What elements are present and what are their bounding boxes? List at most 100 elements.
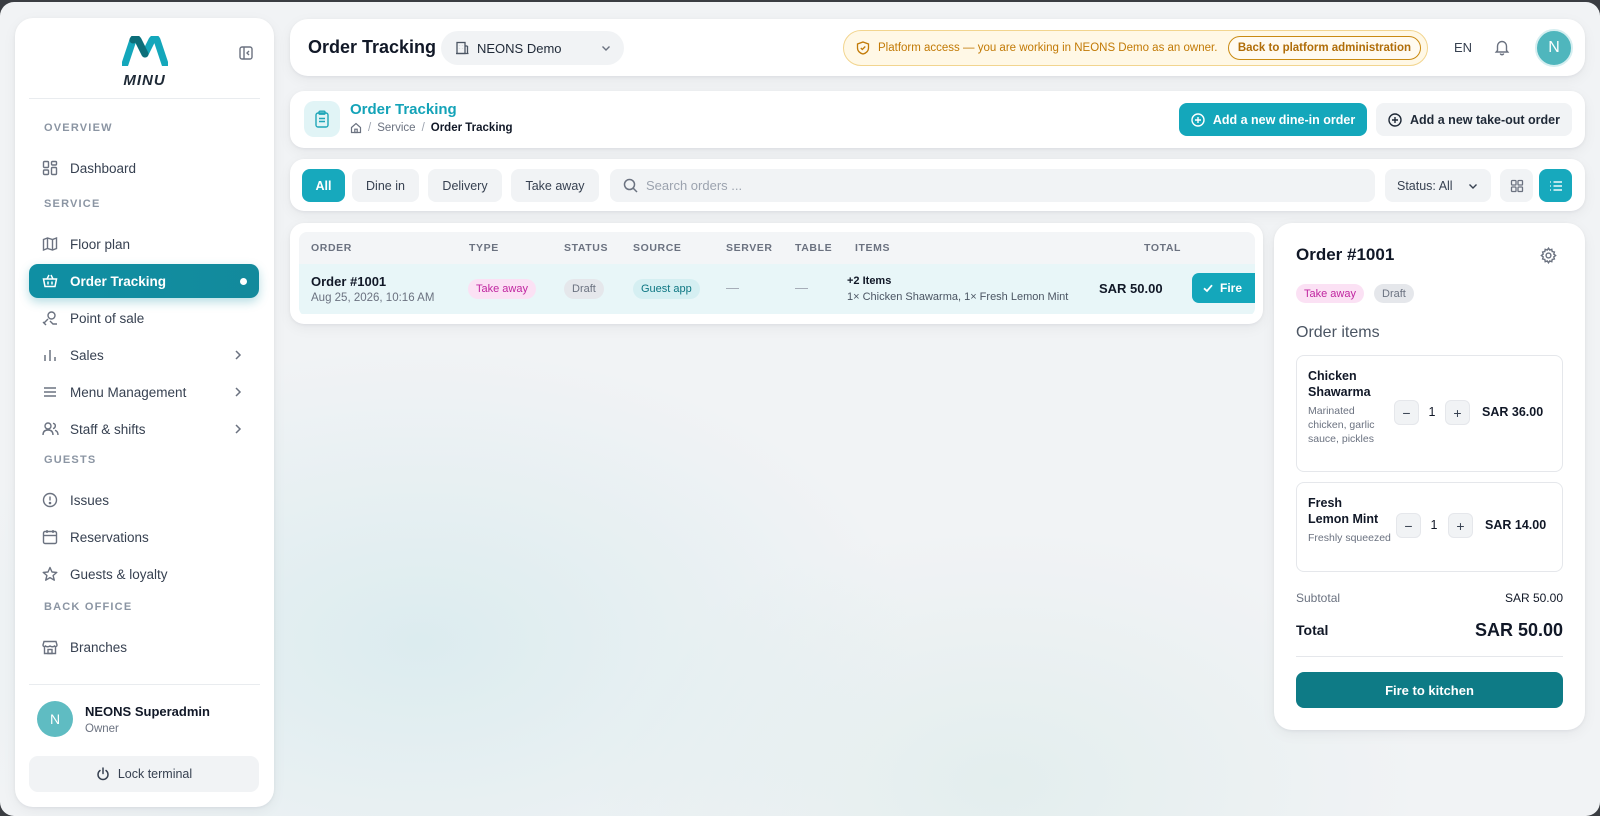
sidebar-item-label: Staff & shifts bbox=[70, 421, 146, 437]
home-icon[interactable] bbox=[350, 122, 362, 134]
sidebar-item-order-tracking[interactable]: Order Tracking bbox=[29, 264, 259, 298]
plus-circle-icon bbox=[1388, 112, 1402, 127]
decrease-quantity-button[interactable]: − bbox=[1396, 513, 1421, 538]
user-avatar[interactable]: N bbox=[37, 701, 73, 737]
filter-chip-all[interactable]: All bbox=[302, 169, 345, 202]
logo[interactable]: MINU bbox=[15, 32, 274, 90]
platform-access-banner: Platform access — you are working in NEO… bbox=[843, 30, 1428, 66]
store-icon bbox=[41, 638, 59, 656]
sidebar-item-dashboard[interactable]: Dashboard bbox=[29, 151, 259, 185]
menu-icon bbox=[41, 383, 59, 401]
profile-avatar[interactable]: N bbox=[1535, 29, 1573, 67]
order-date: Aug 25, 2026, 10:16 AM bbox=[311, 292, 435, 304]
add-dine-in-label: Add a new dine-in order bbox=[1212, 112, 1356, 127]
item-name: Fresh Lemon Mint bbox=[1308, 496, 1379, 526]
add-dine-in-order-button[interactable]: Add a new dine-in order bbox=[1179, 103, 1367, 136]
filter-chip-dine-in[interactable]: Dine in bbox=[352, 169, 419, 202]
status-filter-select[interactable]: Status: All bbox=[1385, 169, 1491, 202]
sidebar: MINU OVERVIEW Dashboard SERVICE Floor pl… bbox=[15, 18, 274, 807]
breadcrumb: / Service / Order Tracking bbox=[350, 122, 513, 134]
back-to-admin-button[interactable]: Back to platform administration bbox=[1227, 36, 1421, 60]
clipboard-icon bbox=[304, 101, 340, 137]
bell-icon[interactable] bbox=[1493, 38, 1511, 56]
sidebar-item-staff-shifts[interactable]: Staff & shifts bbox=[29, 412, 259, 446]
sidebar-item-menu-management[interactable]: Menu Management bbox=[29, 375, 259, 409]
order-type-badge: Take away bbox=[468, 279, 536, 299]
breadcrumb-separator: / bbox=[368, 122, 372, 134]
item-quantity: 1 bbox=[1430, 518, 1438, 532]
subtotal-label: Subtotal bbox=[1296, 591, 1341, 605]
filter-bar: All Dine in Delivery Take away Status: A… bbox=[290, 159, 1585, 211]
chevron-right-icon bbox=[235, 387, 242, 397]
order-detail-panel: Order #1001 Take away Draft Order items … bbox=[1274, 223, 1585, 730]
language-switcher[interactable]: EN bbox=[1454, 40, 1472, 55]
chevron-right-icon bbox=[235, 350, 242, 360]
increase-quantity-button[interactable]: + bbox=[1445, 400, 1470, 425]
sidebar-item-label: Point of sale bbox=[70, 310, 145, 326]
sidebar-item-guests-loyalty[interactable]: Guests & loyalty bbox=[29, 557, 259, 591]
order-status-badge: Draft bbox=[564, 279, 604, 299]
sidebar-item-label: Dashboard bbox=[70, 160, 137, 176]
map-icon bbox=[41, 235, 59, 253]
lock-terminal-button[interactable]: Lock terminal bbox=[29, 756, 259, 792]
fire-order-button[interactable]: Fire bbox=[1192, 273, 1255, 303]
order-item: Chicken Shawarma Marinated chicken, garl… bbox=[1296, 355, 1563, 472]
user-name: NEONS Superadmin bbox=[85, 704, 210, 719]
item-description: Freshly squeezed bbox=[1308, 532, 1391, 544]
sidebar-item-point-of-sale[interactable]: Point of sale bbox=[29, 301, 259, 335]
add-take-out-order-button[interactable]: Add a new take-out order bbox=[1376, 103, 1572, 136]
plus-circle-icon bbox=[1191, 112, 1205, 127]
column-header-status: STATUS bbox=[564, 242, 609, 254]
sidebar-item-label: Branches bbox=[70, 639, 128, 655]
app-window: MINU OVERVIEW Dashboard SERVICE Floor pl… bbox=[0, 2, 1600, 816]
section-label-overview: OVERVIEW bbox=[44, 122, 113, 134]
grid-view-button[interactable] bbox=[1500, 169, 1533, 202]
gear-icon[interactable] bbox=[1540, 247, 1557, 264]
detail-status-badge: Draft bbox=[1374, 284, 1414, 303]
alert-circle-icon bbox=[41, 491, 59, 509]
item-name: Chicken Shawarma bbox=[1308, 369, 1371, 399]
sidebar-item-label: Issues bbox=[70, 492, 110, 508]
sidebar-divider bbox=[29, 98, 260, 99]
minu-logo-icon bbox=[122, 36, 168, 66]
sidebar-item-branches[interactable]: Branches bbox=[29, 630, 259, 664]
column-header-type: TYPE bbox=[469, 242, 499, 254]
subtotal-value: SAR 50.00 bbox=[1504, 591, 1563, 605]
filter-chip-take-away[interactable]: Take away bbox=[511, 169, 599, 202]
fire-to-kitchen-button[interactable]: Fire to kitchen bbox=[1296, 672, 1563, 708]
total-value: SAR 50.00 bbox=[1474, 620, 1563, 640]
decrease-quantity-button[interactable]: − bbox=[1394, 400, 1419, 425]
order-items-count: +2 Items bbox=[847, 275, 892, 287]
chevron-right-icon bbox=[235, 424, 242, 434]
order-items-list: 1× Chicken Shawarma, 1× Fresh Lemon Mint bbox=[847, 291, 1069, 303]
section-label-service: SERVICE bbox=[44, 198, 101, 210]
page-title: Order Tracking bbox=[350, 101, 457, 118]
calendar-icon bbox=[41, 528, 59, 546]
filter-chip-delivery[interactable]: Delivery bbox=[428, 169, 502, 202]
sidebar-item-sales[interactable]: Sales bbox=[29, 338, 259, 372]
top-title: Order Tracking bbox=[308, 37, 437, 57]
breadcrumb-service[interactable]: Service bbox=[377, 122, 415, 134]
status-filter-value: Status: All bbox=[1397, 178, 1453, 193]
grid-icon bbox=[1510, 179, 1523, 192]
sidebar-item-issues[interactable]: Issues bbox=[29, 483, 259, 517]
list-view-button[interactable] bbox=[1539, 169, 1572, 202]
sidebar-item-label: Menu Management bbox=[70, 384, 187, 400]
search-box bbox=[610, 169, 1375, 202]
orders-table-card: ORDER TYPE STATUS SOURCE SERVER TABLE IT… bbox=[290, 223, 1263, 324]
order-item: Fresh Lemon Mint Freshly squeezed − 1 + … bbox=[1296, 482, 1563, 572]
sidebar-item-reservations[interactable]: Reservations bbox=[29, 520, 259, 554]
sidebar-item-floor-plan[interactable]: Floor plan bbox=[29, 227, 259, 261]
pos-icon bbox=[41, 309, 59, 327]
search-icon bbox=[623, 178, 638, 193]
sidebar-collapse-icon[interactable] bbox=[238, 45, 254, 61]
increase-quantity-button[interactable]: + bbox=[1448, 513, 1473, 538]
chart-icon bbox=[41, 346, 59, 364]
branch-select[interactable]: NEONS Demo bbox=[441, 31, 624, 65]
search-input[interactable] bbox=[646, 178, 1346, 193]
table-row[interactable]: Order #1001 Aug 25, 2026, 10:16 AM Take … bbox=[299, 264, 1255, 314]
column-header-source: SOURCE bbox=[633, 242, 682, 254]
dashboard-icon bbox=[41, 159, 59, 177]
column-header-order: ORDER bbox=[311, 242, 352, 254]
orders-table: ORDER TYPE STATUS SOURCE SERVER TABLE IT… bbox=[299, 232, 1255, 316]
